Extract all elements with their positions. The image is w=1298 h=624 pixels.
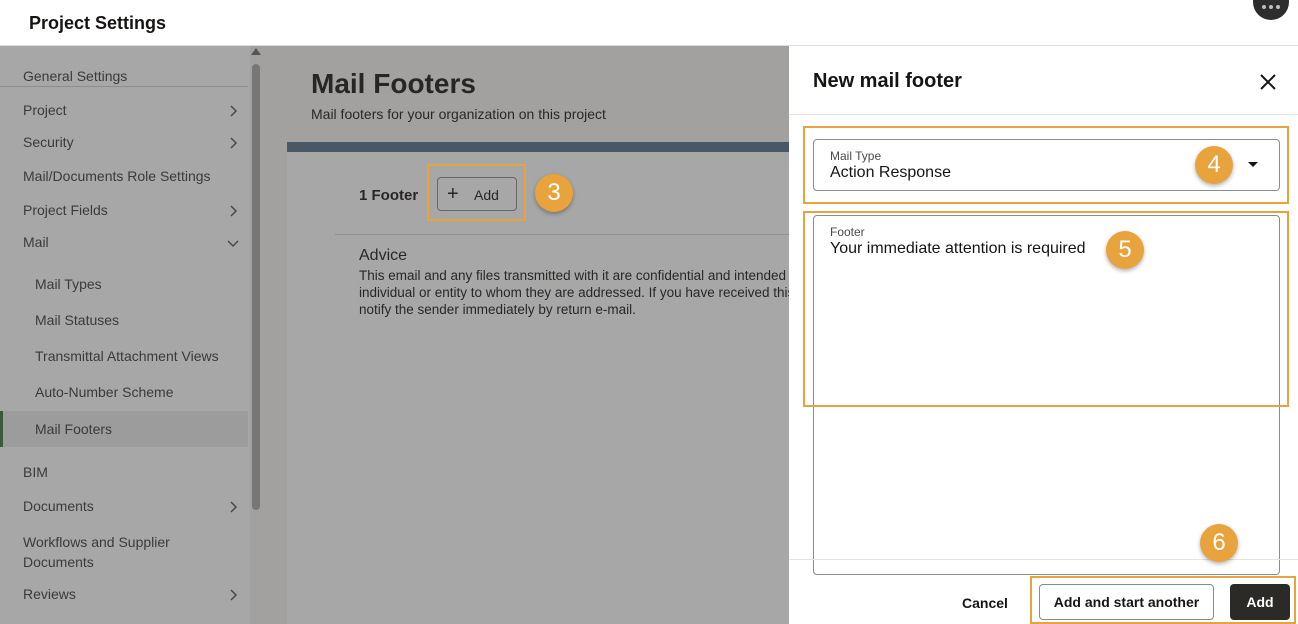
callout-highlight-add [427, 164, 526, 221]
top-header: Project Settings [0, 0, 1298, 46]
callout-highlight-footer [803, 211, 1289, 407]
modal-overlay [0, 46, 789, 624]
more-options-icon[interactable] [1253, 0, 1289, 20]
close-icon[interactable] [1256, 70, 1280, 94]
callout-highlight-buttons [1030, 576, 1296, 624]
callout-badge-5: 5 [1106, 231, 1144, 269]
callout-badge-6: 6 [1200, 524, 1238, 562]
drawer-header-divider [789, 114, 1298, 115]
drawer-title: New mail footer [813, 70, 962, 92]
page-title: Project Settings [29, 13, 167, 33]
callout-badge-4: 4 [1195, 146, 1233, 184]
callout-badge-3: 3 [535, 174, 573, 212]
cancel-button[interactable]: Cancel [953, 586, 1017, 620]
